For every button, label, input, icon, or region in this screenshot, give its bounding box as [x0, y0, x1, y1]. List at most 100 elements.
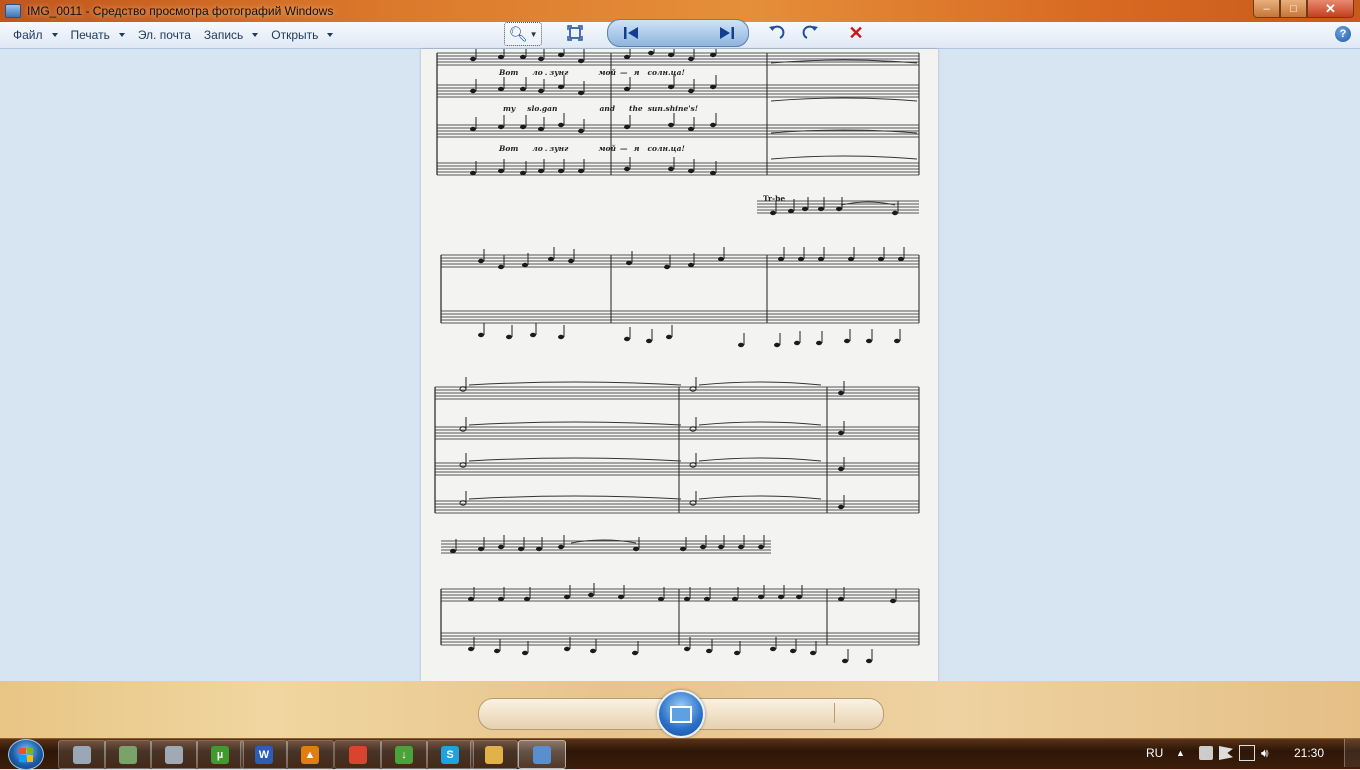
note-head: [520, 124, 526, 130]
maximize-button[interactable]: □: [1280, 0, 1307, 18]
download-app-taskbar-button[interactable]: ↓: [380, 740, 428, 769]
rotate-right-button[interactable]: [800, 22, 822, 44]
explorer-folder-icon: [485, 745, 503, 764]
note-head: [618, 594, 624, 600]
chrome-taskbar-button[interactable]: [334, 740, 382, 769]
usb-device-icon[interactable]: [1199, 746, 1213, 760]
explorer-folder-taskbar-button[interactable]: [470, 740, 518, 769]
note-head: [770, 646, 776, 652]
note-head: [816, 340, 822, 346]
vlc-icon: ▲: [301, 745, 319, 764]
start-button[interactable]: [8, 739, 44, 770]
note-head: [680, 546, 686, 552]
sheet-music-photo: Вот ло. зунг мой — я солн.ца! my slo.gan and the s…: [421, 49, 938, 681]
note-head: [844, 338, 850, 344]
menu-open[interactable]: Открыть: [265, 24, 340, 46]
note-head: [688, 168, 694, 174]
previous-button[interactable]: [618, 22, 644, 44]
menu-email[interactable]: Эл. почта: [132, 24, 198, 46]
note-head: [624, 336, 630, 342]
tie: [770, 129, 918, 134]
note-head: [578, 168, 584, 174]
download-app-icon: ↓: [395, 745, 413, 764]
show-desktop-button[interactable]: [1344, 739, 1360, 767]
slideshow-button[interactable]: [657, 690, 705, 738]
note-head: [498, 168, 504, 174]
note-head: [558, 122, 564, 128]
note-head: [648, 50, 654, 56]
note-head: [624, 86, 630, 92]
note-head: [689, 386, 697, 392]
note-head: [668, 52, 674, 58]
tie: [468, 421, 682, 426]
note-head: [558, 334, 564, 340]
note-head: [522, 262, 528, 268]
note-head: [470, 126, 476, 132]
note-head: [558, 544, 564, 550]
note-head: [538, 88, 544, 94]
note-head: [538, 168, 544, 174]
note-head: [666, 334, 672, 340]
note-head: [624, 54, 630, 60]
action-center-flag-icon[interactable]: [1219, 746, 1233, 760]
note-head: [878, 256, 884, 262]
minimize-button[interactable]: –: [1253, 0, 1280, 18]
note-head: [738, 342, 744, 348]
tool-app-taskbar-button[interactable]: [150, 740, 198, 769]
language-indicator[interactable]: RU: [1146, 738, 1163, 768]
printer-app-icon: [73, 745, 91, 764]
network-app-taskbar-button[interactable]: [104, 740, 152, 769]
menu-burn[interactable]: Запись: [198, 24, 265, 46]
menu-burn-label: Запись: [203, 28, 244, 42]
close-button[interactable]: ✕: [1307, 0, 1354, 18]
image-viewport[interactable]: Вот ло. зунг мой — я солн.ца! my slo.gan and the s…: [0, 49, 1360, 681]
note-head: [459, 386, 467, 392]
note-head: [710, 52, 716, 58]
next-icon: [720, 27, 734, 39]
note-head: [588, 592, 594, 598]
slideshow-icon: [670, 705, 692, 723]
delete-button[interactable]: ✕: [845, 22, 867, 44]
help-icon[interactable]: ?: [1335, 26, 1351, 42]
utorrent-icon: µ: [211, 745, 229, 764]
utorrent-taskbar-button[interactable]: µ: [196, 740, 244, 769]
zoom-button[interactable]: 🔍︎ ▼: [504, 22, 542, 46]
tie: [468, 495, 682, 500]
printer-app-taskbar-button[interactable]: [58, 740, 106, 769]
note-head: [848, 256, 854, 262]
show-hidden-icons-button[interactable]: ▲: [1176, 738, 1185, 768]
clock[interactable]: 21:30: [1294, 738, 1324, 768]
instrument-label: Tr-be: [763, 194, 785, 203]
network-icon[interactable]: [1239, 745, 1255, 761]
note-head: [688, 126, 694, 132]
note-head: [518, 546, 524, 552]
note-head: [578, 128, 584, 134]
menu-file[interactable]: Файл: [7, 24, 65, 46]
chevron-down-icon: [327, 33, 334, 37]
note-head: [520, 170, 526, 176]
fit-window-button[interactable]: [564, 22, 586, 44]
chevron-down-icon: [252, 33, 259, 37]
tie: [468, 381, 682, 386]
menu-print[interactable]: Печать: [65, 24, 132, 46]
skype-taskbar-button[interactable]: S: [426, 740, 474, 769]
rotate-left-button[interactable]: [765, 22, 787, 44]
rotate-ccw-icon: [769, 25, 785, 39]
note-head: [478, 332, 484, 338]
note-head: [498, 544, 504, 550]
photo-viewer-taskbar-button[interactable]: [518, 740, 566, 769]
note-head: [470, 88, 476, 94]
note-head: [498, 124, 504, 130]
note-head: [459, 426, 467, 432]
note-head: [734, 650, 740, 656]
vlc-taskbar-button[interactable]: ▲: [286, 740, 334, 769]
tie: [770, 97, 918, 102]
note-head: [796, 594, 802, 600]
note-head: [688, 56, 694, 62]
word-taskbar-button[interactable]: W: [240, 740, 288, 769]
tie: [698, 495, 822, 500]
note-head: [718, 544, 724, 550]
note-head: [564, 646, 570, 652]
volume-icon[interactable]: 🔊︎: [1261, 746, 1275, 760]
next-button[interactable]: [714, 22, 740, 44]
